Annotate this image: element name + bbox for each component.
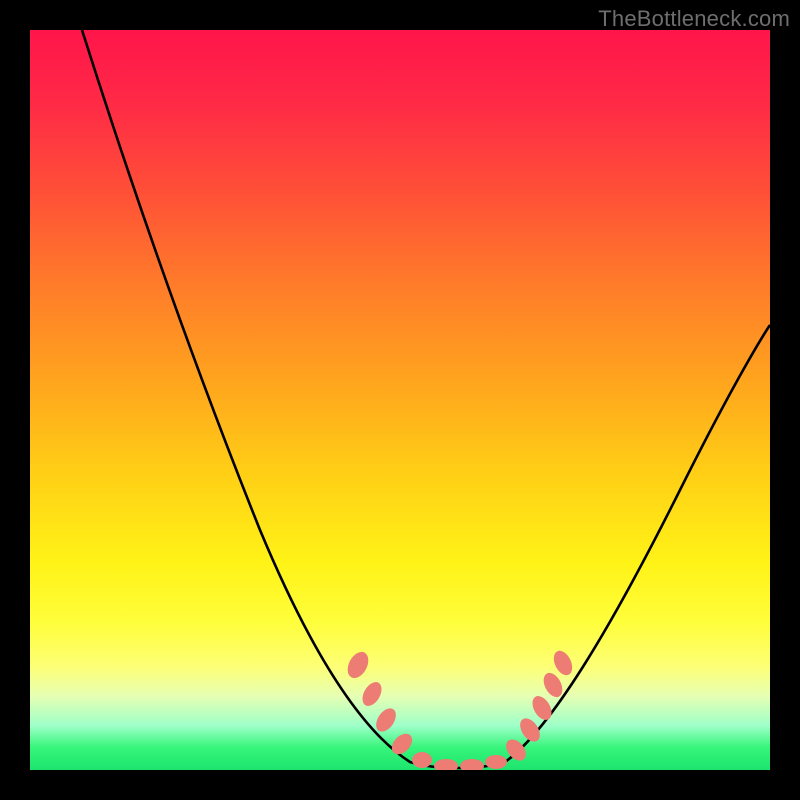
watermark-text: TheBottleneck.com — [598, 6, 790, 32]
curve-layer — [30, 30, 770, 770]
bottleneck-curve — [82, 30, 770, 768]
plot-area — [30, 30, 770, 770]
chart-frame: TheBottleneck.com — [0, 0, 800, 800]
notch-markers — [343, 648, 575, 770]
